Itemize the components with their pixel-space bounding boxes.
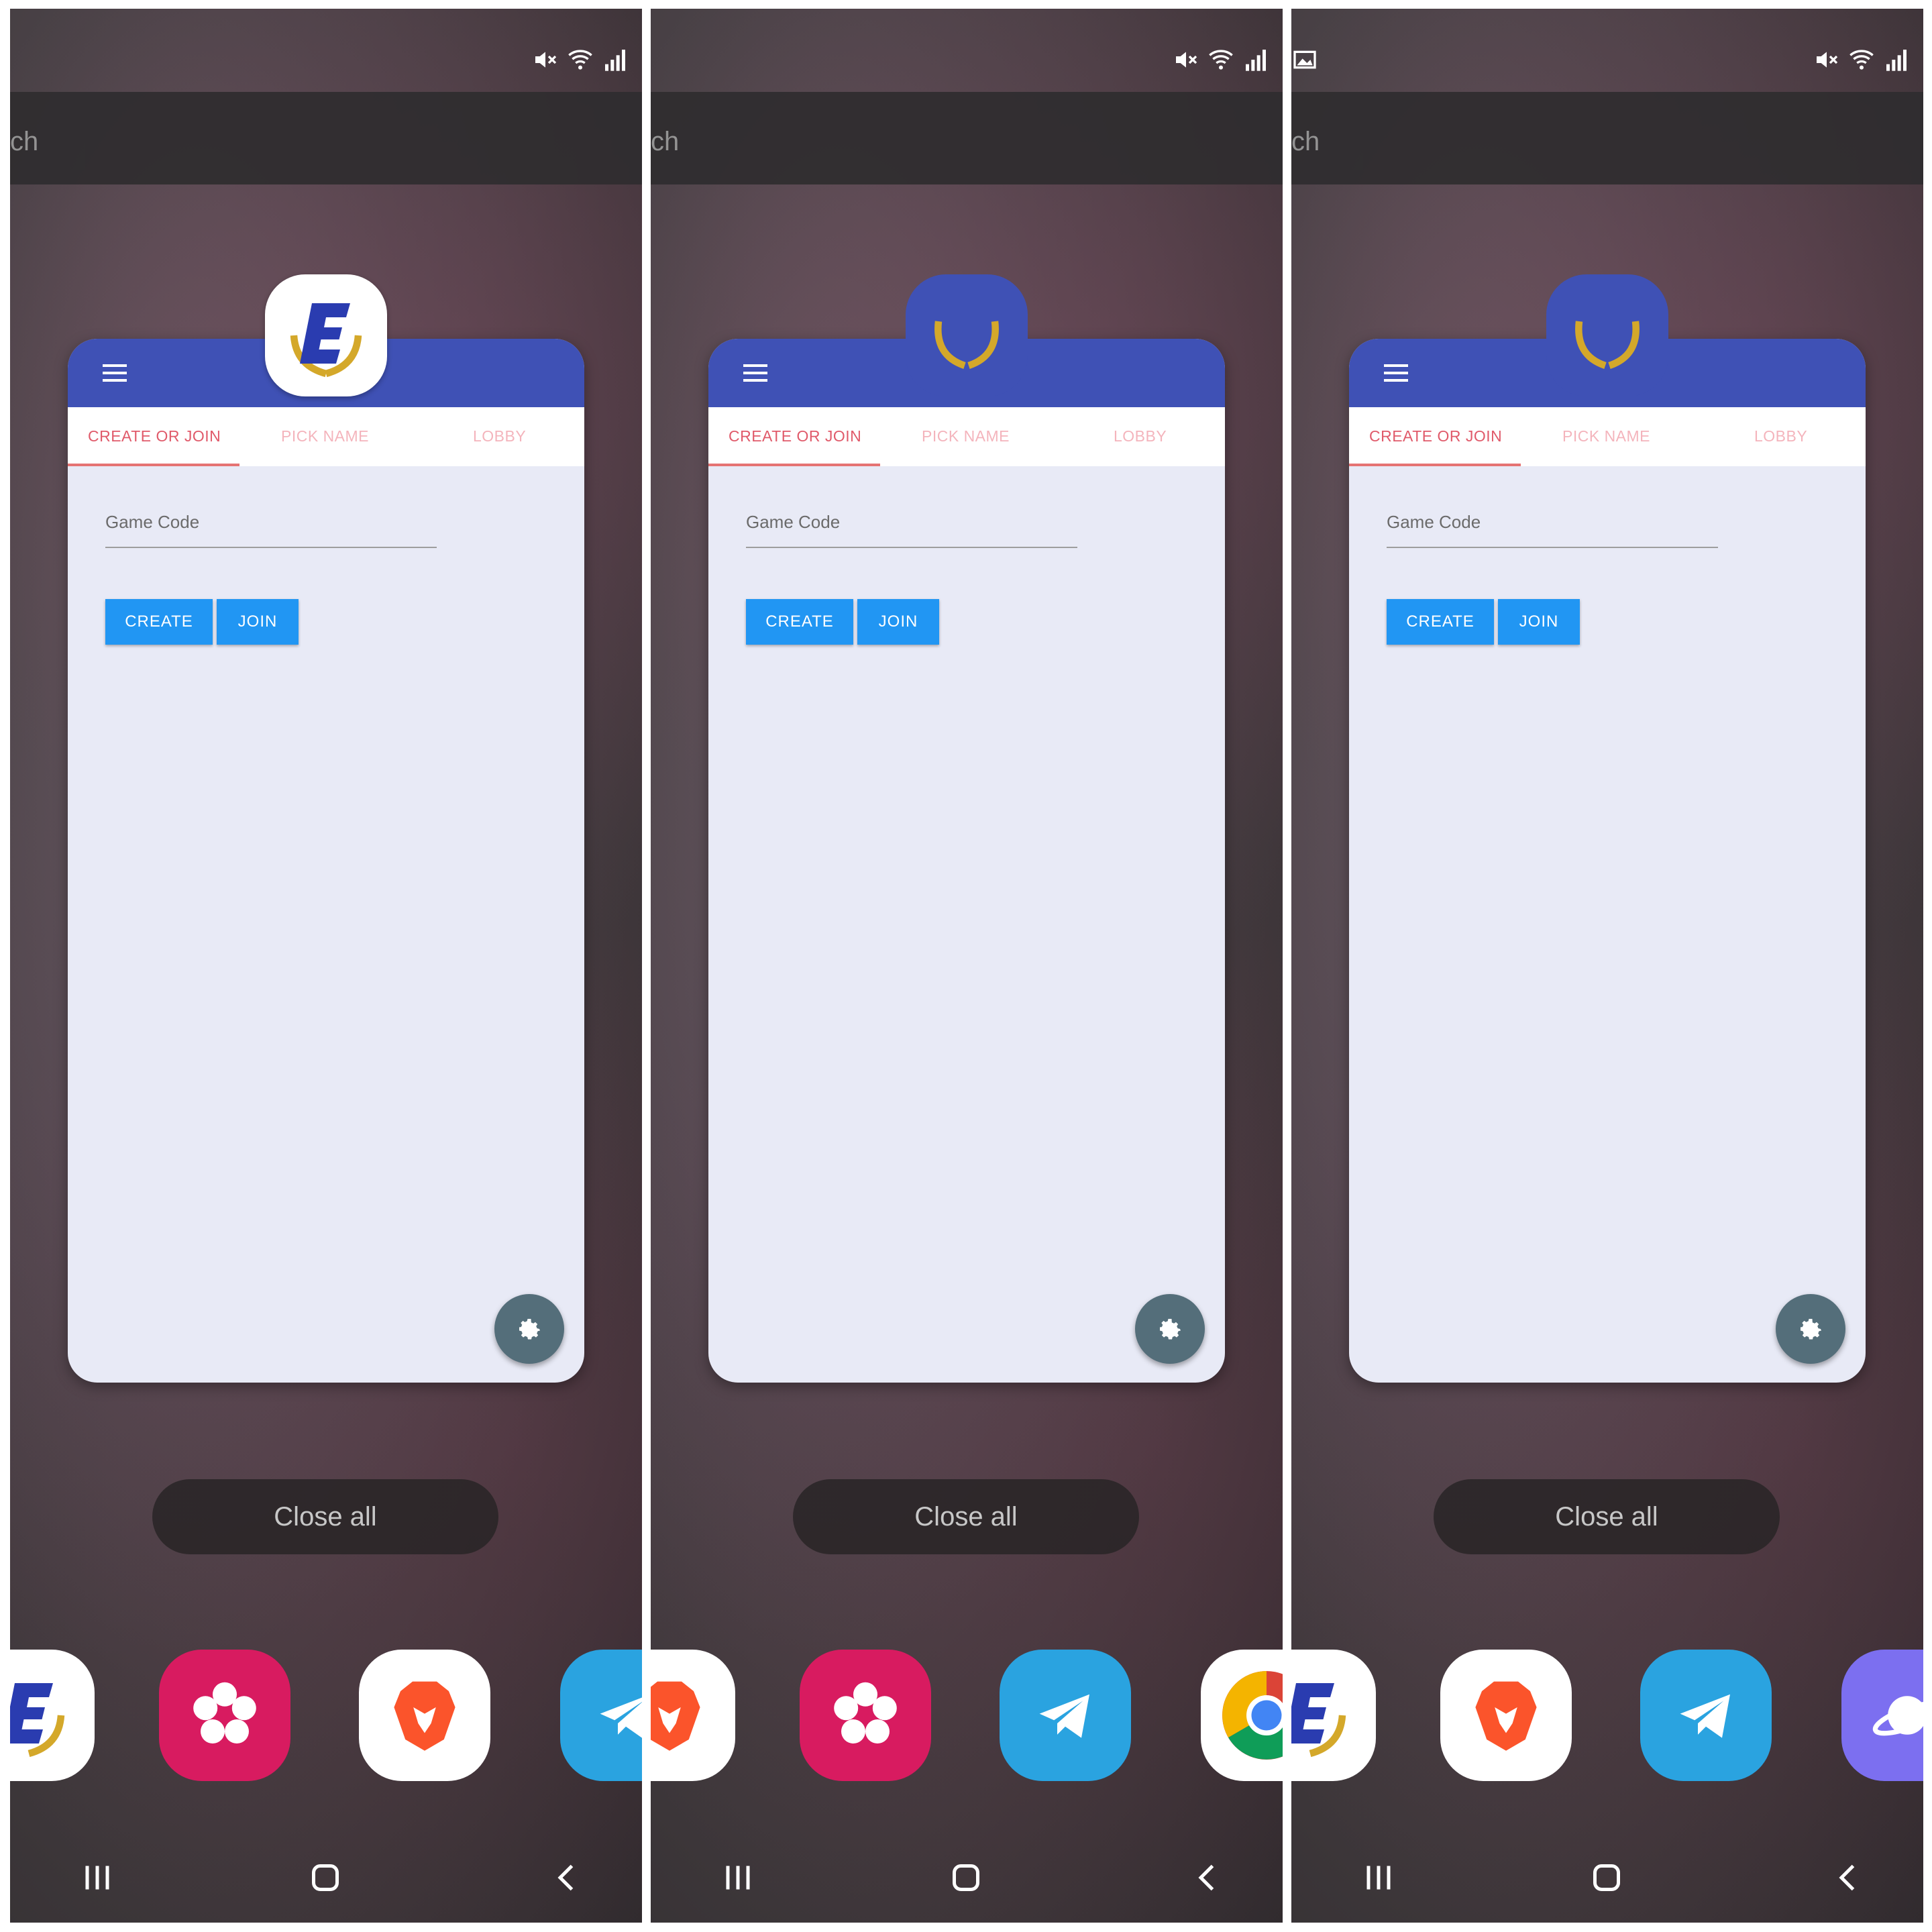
close-all-button[interactable]: Close all [152, 1479, 498, 1554]
navigation-bar [651, 1837, 1283, 1918]
close-all-button[interactable]: Close all [793, 1479, 1139, 1554]
tab-indicator [1349, 464, 1521, 466]
flower-icon[interactable] [159, 1650, 290, 1781]
laurel-logo-icon[interactable] [1546, 274, 1668, 396]
tab-bar: CREATE OR JOIN PICK NAME LOBBY [708, 407, 1225, 466]
create-button[interactable]: CREATE [746, 599, 853, 645]
create-button[interactable]: CREATE [105, 599, 213, 645]
brave-icon[interactable] [359, 1650, 490, 1781]
settings-button[interactable] [1776, 1294, 1845, 1364]
search-text: ch [10, 127, 39, 156]
chrome-icon[interactable] [1201, 1650, 1283, 1781]
menu-icon[interactable] [103, 364, 127, 382]
app-preview-card[interactable]: CREATE OR JOIN PICK NAME LOBBY Game Code… [708, 339, 1225, 1383]
home-icon[interactable] [1587, 1858, 1627, 1898]
navigation-bar [10, 1837, 642, 1918]
app-e-icon[interactable] [10, 1650, 95, 1781]
app-e-icon[interactable] [265, 274, 387, 396]
back-icon[interactable] [1828, 1858, 1868, 1898]
back-icon[interactable] [1187, 1858, 1228, 1898]
back-icon[interactable] [547, 1858, 587, 1898]
flower-icon[interactable] [800, 1650, 931, 1781]
tab-create-or-join[interactable]: CREATE OR JOIN [1369, 427, 1502, 445]
recents-screen-2: ch CREATE OR JOIN PICK NAME LOBBY Game C… [651, 9, 1283, 1923]
planet-icon[interactable] [1841, 1650, 1923, 1781]
brave-icon[interactable] [651, 1650, 735, 1781]
game-code-label: Game Code [105, 512, 200, 532]
status-bar [10, 9, 642, 92]
gear-icon [1801, 1319, 1821, 1340]
laurel-logo-icon[interactable] [906, 274, 1028, 396]
recents-screen-1: ch CREATE OR JOIN PICK NAME LOBBY Game C… [10, 9, 642, 1923]
home-icon[interactable] [305, 1858, 345, 1898]
signal-icon [1886, 50, 1907, 71]
tab-indicator [68, 464, 239, 466]
join-button[interactable]: JOIN [1498, 599, 1580, 645]
close-all-button[interactable]: Close all [1434, 1479, 1780, 1554]
gear-icon [1160, 1319, 1181, 1340]
tab-bar: CREATE OR JOIN PICK NAME LOBBY [1349, 407, 1866, 466]
search-bar-fragment[interactable]: ch [651, 92, 1283, 184]
mute-icon [1176, 52, 1197, 68]
recents-screen-3: ch CREATE OR JOIN PICK NAME LOBBY Game C… [1291, 9, 1923, 1923]
join-button[interactable]: JOIN [857, 599, 939, 645]
join-button[interactable]: JOIN [217, 599, 299, 645]
recents-icon[interactable] [77, 1858, 117, 1898]
tab-lobby[interactable]: LOBBY [473, 427, 526, 445]
tab-lobby[interactable]: LOBBY [1114, 427, 1167, 445]
tab-pick-name[interactable]: PICK NAME [922, 427, 1010, 445]
settings-button[interactable] [1135, 1294, 1205, 1364]
status-bar [1291, 9, 1923, 92]
tab-pick-name[interactable]: PICK NAME [281, 427, 369, 445]
game-code-input[interactable] [105, 547, 437, 548]
navigation-bar [1291, 1837, 1923, 1918]
telegram-icon[interactable] [560, 1650, 642, 1781]
gear-icon [519, 1319, 540, 1340]
menu-icon[interactable] [743, 364, 767, 382]
create-button[interactable]: CREATE [1387, 599, 1494, 645]
signal-icon [1246, 50, 1266, 71]
tab-lobby[interactable]: LOBBY [1754, 427, 1807, 445]
game-code-input[interactable] [1387, 547, 1718, 548]
brave-icon[interactable] [1440, 1650, 1572, 1781]
game-code-input[interactable] [746, 547, 1077, 548]
app-preview-card[interactable]: CREATE OR JOIN PICK NAME LOBBY Game Code… [1349, 339, 1866, 1383]
tab-bar: CREATE OR JOIN PICK NAME LOBBY [68, 407, 584, 466]
signal-icon [605, 50, 625, 71]
telegram-icon[interactable] [1000, 1650, 1131, 1781]
game-code-label: Game Code [746, 512, 841, 532]
search-bar-fragment[interactable]: ch [1291, 92, 1923, 184]
search-text: ch [1291, 127, 1320, 156]
menu-icon[interactable] [1384, 364, 1408, 382]
wifi-icon [568, 50, 592, 70]
tab-create-or-join[interactable]: CREATE OR JOIN [729, 427, 861, 445]
recents-icon[interactable] [718, 1858, 758, 1898]
mute-icon [1817, 52, 1838, 68]
app-preview-card[interactable]: CREATE OR JOIN PICK NAME LOBBY Game Code… [68, 339, 584, 1383]
wifi-icon [1849, 50, 1874, 70]
image-notification-icon [1293, 50, 1316, 69]
tab-indicator [708, 464, 880, 466]
home-icon[interactable] [946, 1858, 986, 1898]
search-bar-fragment[interactable]: ch [10, 92, 642, 184]
app-e-icon[interactable] [1291, 1650, 1376, 1781]
game-code-label: Game Code [1387, 512, 1481, 532]
mute-icon [535, 52, 557, 68]
telegram-icon[interactable] [1640, 1650, 1772, 1781]
status-bar [651, 9, 1283, 92]
recents-icon[interactable] [1358, 1858, 1399, 1898]
tab-create-or-join[interactable]: CREATE OR JOIN [88, 427, 221, 445]
settings-button[interactable] [494, 1294, 564, 1364]
wifi-icon [1209, 50, 1233, 70]
search-text: ch [651, 127, 680, 156]
tab-pick-name[interactable]: PICK NAME [1562, 427, 1650, 445]
